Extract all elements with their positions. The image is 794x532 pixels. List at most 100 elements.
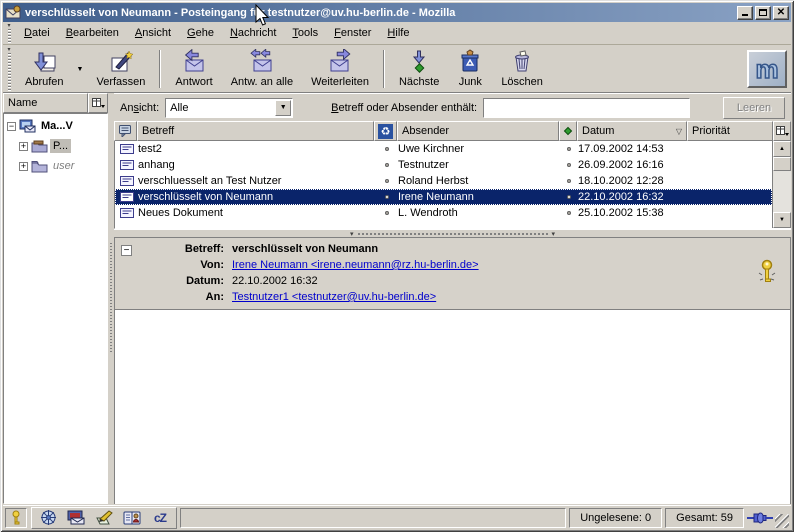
message-body[interactable] <box>115 310 790 504</box>
subject-column-header[interactable]: Betreff <box>137 121 374 141</box>
collapse-headers-button[interactable]: − <box>121 245 132 256</box>
composer-icon[interactable] <box>90 508 118 528</box>
compose-button[interactable]: Verfassen <box>87 46 154 92</box>
mozilla-logo[interactable]: m <box>747 50 787 88</box>
menu-hilfe[interactable]: Hilfe <box>379 24 417 42</box>
mail-row[interactable]: anhang Testnutzer 26.09.2002 16:16 <box>115 157 772 173</box>
junk-column-header[interactable]: ♻ <box>374 121 397 141</box>
mail-component-icon[interactable] <box>62 508 90 528</box>
delete-button[interactable]: Löschen <box>492 46 552 92</box>
resize-grip[interactable] <box>775 514 789 528</box>
mail-sender: Irene Neumann <box>398 191 560 203</box>
view-select-dropdown-icon[interactable]: ▼ <box>275 100 291 116</box>
junk-status-dot[interactable] <box>375 195 398 199</box>
toolbar-separator <box>159 50 161 88</box>
maximize-icon <box>759 9 767 16</box>
mail-row[interactable]: Neues Dokument L. Wendroth 25.10.2002 15… <box>115 205 772 221</box>
clear-button[interactable]: Leeren <box>723 97 785 119</box>
thread-scrollbar[interactable]: ▲ ▼ <box>772 141 791 228</box>
mail-sender: Roland Herbst <box>398 175 560 187</box>
read-column-header[interactable] <box>559 121 577 141</box>
envelope-icon <box>115 144 138 154</box>
junk-status-dot[interactable] <box>375 163 398 167</box>
folder-row-inbox[interactable]: + P... <box>4 136 107 156</box>
menu-ansicht[interactable]: Ansicht <box>127 24 179 42</box>
folder-column-picker-button[interactable] <box>88 93 108 113</box>
scrollbar-thumb[interactable] <box>773 157 791 171</box>
mail-row-selected[interactable]: verschlüsselt von Neumann Irene Neumann … <box>115 189 772 205</box>
chatzilla-icon[interactable]: cZ <box>146 508 174 528</box>
folder-label-user[interactable]: user <box>50 159 77 173</box>
folder-label-inbox[interactable]: P... <box>50 139 71 153</box>
get-mail-label: Abrufen <box>25 76 64 88</box>
expand-twisty-icon[interactable]: + <box>19 142 28 151</box>
get-mail-button[interactable]: Abrufen <box>16 46 73 92</box>
from-address-link[interactable]: Irene Neumann <irene.neumann@rz.hu-berli… <box>232 259 479 271</box>
mail-subject: anhang <box>138 159 375 171</box>
read-status-dot[interactable] <box>560 147 578 151</box>
junk-status-dot[interactable] <box>375 211 398 215</box>
mail-sender: Uwe Kirchner <box>398 143 560 155</box>
thread-column-picker-button[interactable] <box>773 121 791 141</box>
menu-fenster[interactable]: Fenster <box>326 24 379 42</box>
menu-nachricht[interactable]: Nachricht <box>222 24 284 42</box>
collapse-twisty-icon[interactable]: − <box>7 122 16 131</box>
scroll-down-button[interactable]: ▼ <box>773 212 791 228</box>
mail-row[interactable]: test2 Uwe Kirchner 17.09.2002 14:53 <box>115 141 772 157</box>
folder-row-user[interactable]: + user <box>4 156 107 176</box>
to-address-link[interactable]: Testnutzer1 <testnutzer@uv.hu-berlin.de> <box>232 291 436 303</box>
close-button[interactable]: ✕ <box>773 6 789 20</box>
expand-twisty-icon[interactable]: + <box>19 162 28 171</box>
minimize-icon <box>742 9 748 16</box>
toolbar-grippy[interactable]: ▾ <box>5 47 13 91</box>
date-column-header[interactable]: Datum▽ <box>577 121 687 141</box>
next-button[interactable]: Nächste <box>390 46 448 92</box>
sender-column-header[interactable]: Absender <box>397 121 559 141</box>
status-bar: cZ Ungelesene: 0 Gesamt: 59 <box>3 505 791 529</box>
thread-column-header[interactable] <box>114 121 137 141</box>
junk-status-dot[interactable] <box>375 179 398 183</box>
menu-tools[interactable]: Tools <box>284 24 326 42</box>
priority-column-header[interactable]: Priorität <box>687 121 773 141</box>
delete-label: Löschen <box>501 76 543 88</box>
menubar: ▾ Datei Bearbeiten Ansicht Gehe Nachrich… <box>3 22 791 45</box>
address-book-icon[interactable] <box>118 508 146 528</box>
envelope-icon <box>115 208 138 218</box>
mail-row[interactable]: verschluesselt an Test Nutzer Roland Her… <box>115 173 772 189</box>
menu-gehe[interactable]: Gehe <box>179 24 222 42</box>
reply-all-button[interactable]: Antw. an alle <box>222 46 302 92</box>
minimize-button[interactable] <box>737 6 753 20</box>
scrollbar-track[interactable] <box>773 171 791 212</box>
filter-input[interactable] <box>483 98 690 118</box>
read-status-dot[interactable] <box>560 163 578 167</box>
get-mail-dropdown[interactable]: ▼ <box>73 46 88 92</box>
folder-name-column-header[interactable]: Name <box>3 93 88 113</box>
to-label: An: <box>140 291 224 303</box>
menubar-grippy[interactable]: ▾ <box>5 23 13 43</box>
folder-label-server[interactable]: Ma...V <box>38 119 76 133</box>
online-status-icon[interactable] <box>747 508 773 528</box>
view-select[interactable]: Alle ▼ <box>165 98 293 118</box>
forward-button[interactable]: Weiterleiten <box>302 46 378 92</box>
menu-datei[interactable]: Datei <box>16 24 58 42</box>
titlebar[interactable]: verschlüsselt von Neumann - Posteingang … <box>3 3 791 22</box>
security-key-icon[interactable] <box>5 508 27 528</box>
menu-bearbeiten[interactable]: Bearbeiten <box>58 24 127 42</box>
junk-status-dot[interactable] <box>375 147 398 151</box>
junk-button[interactable]: Junk <box>448 46 492 92</box>
message-pane-splitter[interactable]: ▾ ▾ <box>114 229 791 237</box>
envelope-icon <box>115 176 138 186</box>
forward-icon <box>327 49 353 75</box>
reply-all-label: Antw. an alle <box>231 76 293 88</box>
mail-subject: verschlüsselt von Neumann <box>138 191 375 203</box>
mail-date: 22.10.2002 16:32 <box>578 191 688 203</box>
scroll-up-button[interactable]: ▲ <box>773 141 791 157</box>
delete-icon <box>509 49 535 75</box>
navigator-icon[interactable] <box>34 508 62 528</box>
read-status-dot[interactable] <box>560 195 578 199</box>
reply-button[interactable]: Antwort <box>166 46 221 92</box>
folder-row-server[interactable]: − Ma...V <box>4 116 107 136</box>
read-status-dot[interactable] <box>560 179 578 183</box>
read-status-dot[interactable] <box>560 211 578 215</box>
maximize-button[interactable] <box>755 6 771 20</box>
